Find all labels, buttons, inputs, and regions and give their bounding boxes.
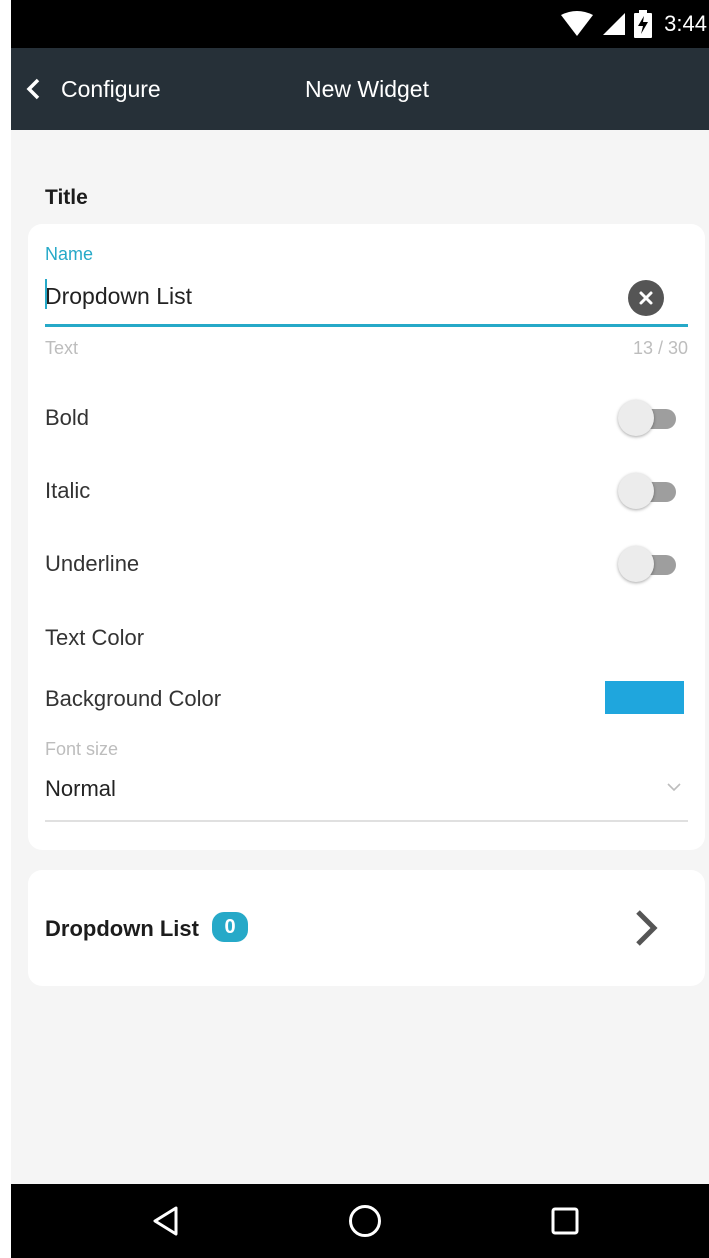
name-field-helper: Text <box>45 338 79 358</box>
background-color-swatch[interactable] <box>605 681 684 714</box>
name-input[interactable] <box>45 276 605 316</box>
bold-label: Bold <box>45 405 90 430</box>
background-color-label: Background Color <box>45 686 222 711</box>
nav-back-button[interactable] <box>126 1184 206 1258</box>
home-circle-icon <box>349 1205 381 1237</box>
chevron-down-icon <box>667 783 681 792</box>
italic-label: Italic <box>45 478 91 503</box>
back-label: Configure <box>61 75 161 102</box>
name-field-underline <box>45 324 688 327</box>
font-size-select[interactable]: Normal <box>45 772 688 820</box>
system-nav-bar <box>11 1184 709 1258</box>
character-counter: 13 / 30 <box>632 338 688 358</box>
underline-label: Underline <box>45 551 140 576</box>
recents-square-icon <box>551 1207 579 1235</box>
wifi-icon <box>561 11 594 36</box>
close-icon <box>639 291 653 305</box>
device-screen: 3:44 Configure New Widget Title Name Tex… <box>11 0 709 1258</box>
bold-toggle[interactable] <box>618 400 678 436</box>
back-button[interactable]: Configure <box>19 48 161 130</box>
status-time: 3:44 <box>664 11 707 36</box>
chevron-left-icon <box>26 78 40 100</box>
toggle-thumb <box>618 473 654 509</box>
section-title: Title <box>45 186 88 209</box>
font-size-underline <box>45 820 688 822</box>
page-title: New Widget <box>305 76 429 102</box>
underline-toggle[interactable] <box>618 546 678 582</box>
chevron-right-icon <box>636 910 658 946</box>
nav-home-button[interactable] <box>325 1184 405 1258</box>
title-settings-card: Name Text 13 / 30 Bold Italic Underline … <box>28 224 705 850</box>
count-badge: 0 <box>212 912 248 942</box>
status-bar: 3:44 <box>11 0 709 48</box>
name-field-label: Name <box>45 244 94 264</box>
toggle-thumb <box>618 400 654 436</box>
italic-toggle[interactable] <box>618 473 678 509</box>
font-size-value: Normal <box>45 776 116 801</box>
nav-recents-button[interactable] <box>525 1184 605 1258</box>
clear-button[interactable] <box>628 280 664 316</box>
text-caret <box>45 279 47 309</box>
dropdown-list-label: Dropdown List <box>45 916 199 941</box>
text-color-label[interactable]: Text Color <box>45 625 144 651</box>
dropdown-list-row[interactable]: Dropdown List 0 <box>28 870 705 986</box>
app-bar: Configure New Widget <box>11 48 709 130</box>
toggle-thumb <box>618 546 654 582</box>
font-size-label: Font size <box>45 739 119 759</box>
back-triangle-icon <box>153 1206 178 1236</box>
battery-charging-icon <box>634 10 653 38</box>
cell-signal-icon <box>603 13 626 35</box>
